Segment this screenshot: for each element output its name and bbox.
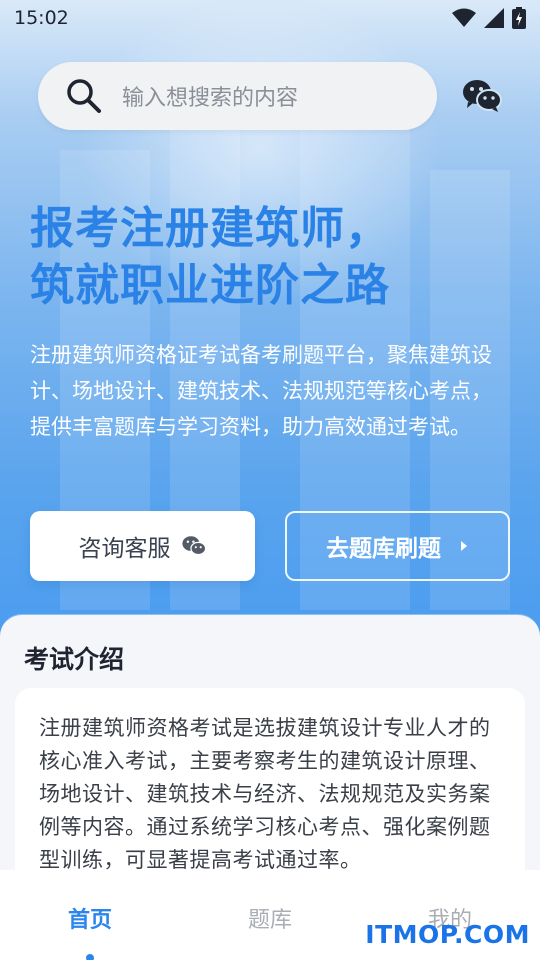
tab-question-bank[interactable]: 题库 — [180, 870, 360, 960]
signal-icon — [484, 8, 504, 28]
battery-charging-icon — [512, 7, 526, 29]
status-bar: 15:02 — [0, 0, 540, 36]
search-icon — [67, 79, 101, 113]
chevron-right-icon — [461, 541, 467, 551]
go-practice-button[interactable]: 去题库刷题 — [285, 511, 510, 581]
go-practice-label: 去题库刷题 — [326, 536, 441, 562]
tab-question-bank-label: 题库 — [247, 908, 292, 933]
tab-active-indicator — [86, 954, 94, 960]
tab-home-label: 首页 — [67, 908, 112, 933]
wechat-icon — [181, 536, 206, 556]
hero-headline: 报考注册建筑师， 筑就职业进阶之路 — [30, 200, 510, 314]
wifi-icon — [452, 8, 476, 27]
tab-home[interactable]: 首页 — [0, 870, 180, 960]
section-title-exam-intro: 考试介绍 — [24, 645, 125, 674]
consult-service-button[interactable]: 咨询客服 — [30, 511, 255, 581]
consult-service-label: 咨询客服 — [78, 536, 171, 562]
status-icons — [452, 7, 526, 29]
watermark: ITMOP.COM — [365, 920, 530, 949]
exam-intro-text: 注册建筑师资格考试是选拔建筑设计专业人才的核心准入考试，主要考察考生的建筑设计原… — [39, 716, 491, 872]
search-placeholder: 输入想搜索的内容 — [122, 86, 299, 111]
hero-description: 注册建筑师资格证考试备考刷题平台，聚焦建筑设计、场地设计、建筑技术、法规规范等核… — [30, 343, 492, 439]
headline-line-2: 筑就职业进阶之路 — [30, 260, 390, 311]
status-time: 15:02 — [14, 7, 69, 29]
headline-line-1: 报考注册建筑师， — [30, 203, 390, 254]
search-input[interactable]: 输入想搜索的内容 — [38, 62, 437, 130]
wechat-icon[interactable] — [462, 78, 502, 114]
